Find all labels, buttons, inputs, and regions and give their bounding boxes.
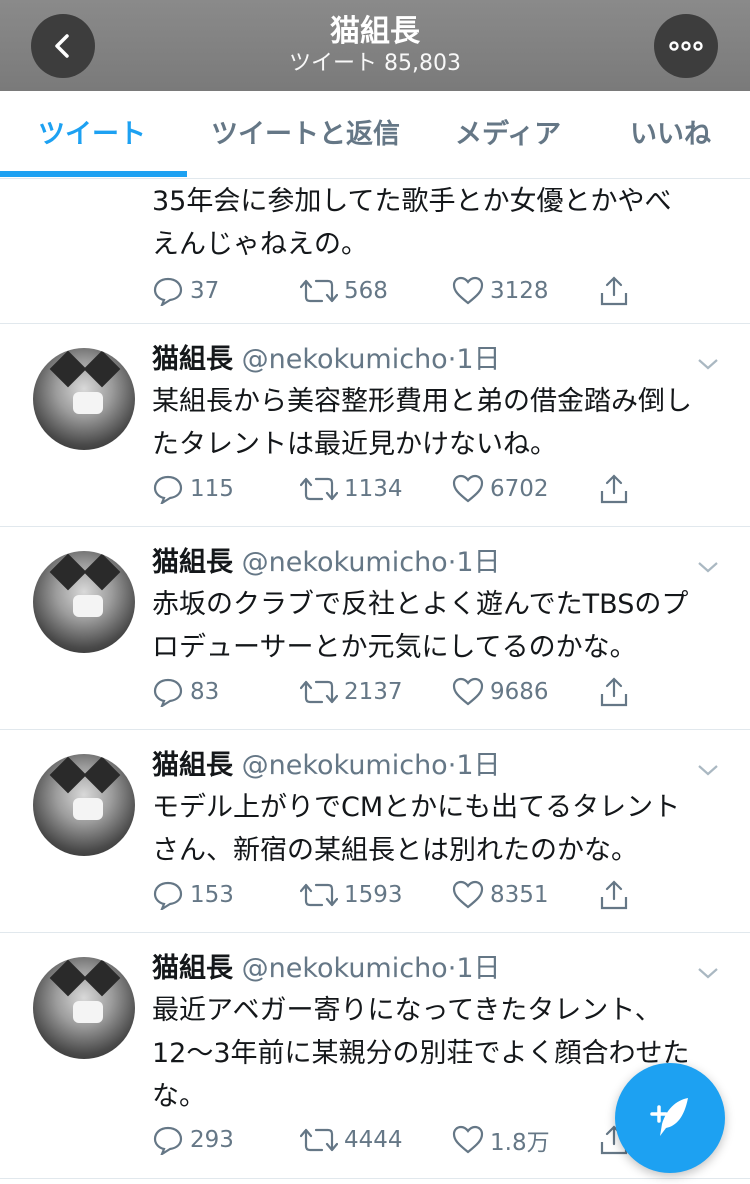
header-tweet-count: ツイート 85,803 (289, 51, 461, 76)
share-icon (600, 677, 628, 707)
reply-button[interactable]: 293 (152, 1120, 234, 1160)
reply-icon (153, 881, 183, 910)
retweet-icon (300, 1128, 338, 1152)
tweet-time: 1日 (456, 953, 501, 984)
heart-icon (452, 276, 484, 305)
reply-icon (153, 475, 183, 504)
reply-button[interactable]: 83 (152, 672, 219, 712)
share-button[interactable] (598, 875, 636, 915)
retweet-button[interactable]: 1134 (300, 469, 403, 509)
avatar[interactable] (33, 348, 135, 450)
chevron-down-icon[interactable] (696, 352, 720, 376)
tweet-actions: 153 1593 8351 (152, 875, 642, 915)
user-handle[interactable]: @nekokumicho (242, 344, 448, 375)
more-dots-icon (669, 41, 703, 51)
retweet-button[interactable]: 4444 (300, 1120, 403, 1160)
like-button[interactable]: 9686 (452, 672, 549, 712)
chevron-down-icon[interactable] (696, 555, 720, 579)
tweet-actions: 37 568 3128 (152, 271, 642, 311)
tweet-feed[interactable]: 35年会に参加してた歌手とか女優とかやべ えんじゃねえの。 37 568 312… (0, 179, 750, 1184)
tab-likes[interactable]: いいね (630, 91, 711, 179)
compose-tweet-icon (650, 1098, 688, 1136)
tweet-header: 猫組長 @nekokumicho·1日 (152, 547, 501, 578)
display-name[interactable]: 猫組長 (152, 547, 233, 578)
avatar[interactable] (33, 551, 135, 653)
retweet-icon (300, 477, 338, 501)
tweet-header: 猫組長 @nekokumicho·1日 (152, 344, 501, 375)
retweet-button[interactable]: 568 (300, 271, 388, 311)
like-button[interactable]: 3128 (452, 271, 549, 311)
reply-button[interactable]: 115 (152, 469, 234, 509)
reply-button[interactable]: 153 (152, 875, 234, 915)
share-icon (600, 276, 628, 306)
tweet-item[interactable]: 猫組長 @nekokumicho·1日 某組長から美容整形費用と弟の借金踏み倒し… (0, 324, 750, 527)
more-button[interactable] (654, 14, 718, 78)
tweet-time: 1日 (456, 344, 501, 375)
share-button[interactable] (598, 271, 636, 311)
tab-tweets[interactable]: ツイート (38, 91, 146, 179)
retweet-icon (300, 279, 338, 303)
header-title-group: 猫組長 ツイート 85,803 (0, 14, 750, 78)
tweet-item[interactable]: 猫組長 @nekokumicho·1日 モデル上がりでCMとかにも出てるタレント… (0, 730, 750, 933)
tab-tweets-and-replies[interactable]: ツイートと返信 (211, 91, 400, 179)
user-handle[interactable]: @nekokumicho (242, 750, 448, 781)
tweet-item[interactable]: 35年会に参加してた歌手とか女優とかやべ えんじゃねえの。 37 568 312… (0, 179, 750, 324)
share-button[interactable] (598, 672, 636, 712)
header-title: 猫組長 (330, 14, 420, 49)
profile-tabs: ツイート ツイートと返信 メディア いいね (0, 91, 750, 179)
user-handle[interactable]: @nekokumicho (242, 547, 448, 578)
active-tab-indicator (0, 171, 187, 177)
retweet-button[interactable]: 1593 (300, 875, 403, 915)
tweet-actions: 83 2137 9686 (152, 672, 642, 712)
retweet-icon (300, 883, 338, 907)
tweet-text: 赤坂のクラブで反社とよく遊んでたTBSのプ ロデューサーとか元気にしてるのかな。 (152, 589, 689, 663)
like-button[interactable]: 1.8万 (452, 1120, 550, 1160)
heart-icon (452, 677, 484, 706)
tweet-time: 1日 (456, 547, 501, 578)
chevron-down-icon[interactable] (696, 961, 720, 985)
share-icon (600, 880, 628, 910)
chevron-down-icon[interactable] (696, 758, 720, 782)
avatar[interactable] (33, 957, 135, 1059)
share-button[interactable] (598, 469, 636, 509)
display-name[interactable]: 猫組長 (152, 344, 233, 375)
display-name[interactable]: 猫組長 (152, 953, 233, 984)
heart-icon (452, 1125, 484, 1154)
heart-icon (452, 880, 484, 909)
tweet-actions: 115 1134 6702 (152, 469, 642, 509)
reply-icon (153, 277, 183, 306)
like-button[interactable]: 6702 (452, 469, 549, 509)
reply-icon (153, 1126, 183, 1155)
avatar[interactable] (33, 754, 135, 856)
tweet-header: 猫組長 @nekokumicho·1日 (152, 953, 501, 984)
retweet-icon (300, 680, 338, 704)
tweet-time: 1日 (456, 750, 501, 781)
profile-header: 猫組長 ツイート 85,803 (0, 0, 750, 91)
reply-button[interactable]: 37 (152, 271, 219, 311)
tweet-text: モデル上がりでCMとかにも出てるタレント さん、新宿の某組長とは別れたのかな。 (152, 792, 681, 866)
user-handle[interactable]: @nekokumicho (242, 953, 448, 984)
tweet-item[interactable]: 猫組長 @nekokumicho·1日 赤坂のクラブで反社とよく遊んでたTBSの… (0, 527, 750, 730)
tweet-text: 某組長から美容整形費用と弟の借金踏み倒し たタレントは最近見かけないね。 (152, 386, 692, 460)
display-name[interactable]: 猫組長 (152, 750, 233, 781)
reply-icon (153, 678, 183, 707)
retweet-button[interactable]: 2137 (300, 672, 403, 712)
tweet-actions: 293 4444 1.8万 (152, 1120, 642, 1160)
tweet-header: 猫組長 @nekokumicho·1日 (152, 750, 501, 781)
tweet-text: 35年会に参加してた歌手とか女優とかやべ えんじゃねえの。 (152, 186, 672, 260)
like-button[interactable]: 8351 (452, 875, 549, 915)
tab-media[interactable]: メディア (455, 91, 561, 179)
compose-tweet-button[interactable] (615, 1063, 725, 1173)
heart-icon (452, 474, 484, 503)
share-icon (600, 474, 628, 504)
